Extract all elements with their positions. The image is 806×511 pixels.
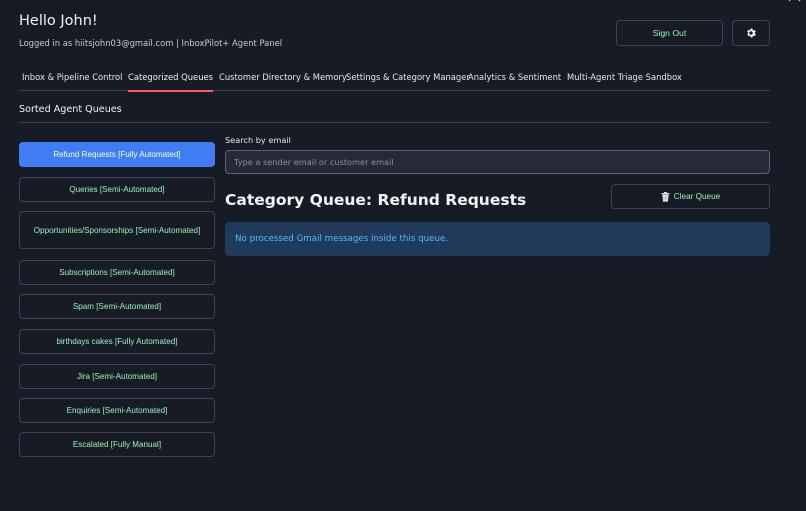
queue-button-label: Opportunities/Sponsorships [Semi-Automat… [33, 225, 201, 235]
greeting-title: Hello John! [19, 13, 98, 29]
queue-button-jira[interactable]: Jira [Semi-Automated] [19, 364, 215, 389]
queue-button-subscriptions[interactable]: Subscriptions [Semi-Automated] [19, 260, 215, 285]
tab-categorized-queues[interactable]: Categorized Queues [128, 63, 214, 92]
queue-button-birthdays-cakes[interactable]: birthdays cakes [Fully Automated] [19, 329, 215, 354]
tab-settings-category-manager[interactable]: Settings & Category Manager [346, 63, 470, 91]
main-tab-bar: Inbox & Pipeline Control Categorized Que… [19, 63, 770, 92]
login-status-text: Logged in as hiitsjohn03@gmail.com | Inb… [19, 38, 283, 48]
section-title: Sorted Agent Queues [19, 104, 122, 115]
queue-button-label: Escalated [Fully Manual] [72, 440, 162, 449]
queue-button-label: birthdays cakes [Fully Automated] [56, 337, 178, 346]
sign-out-label: Sign Out [652, 28, 687, 38]
queue-button-label: Subscriptions [Semi-Automated] [59, 268, 175, 277]
tab-customer-directory-memory[interactable]: Customer Directory & Memory [219, 63, 347, 91]
section-divider [19, 122, 770, 123]
queue-button-queries[interactable]: Queries [Semi-Automated] [19, 177, 215, 202]
queue-heading: Category Queue: Refund Requests [225, 191, 527, 209]
trash-icon [661, 191, 670, 202]
queue-button-refund-requests[interactable]: Refund Requests [Fully Automated] [19, 142, 215, 167]
gear-icon [747, 28, 756, 38]
queue-button-label: Enquiries [Semi-Automated] [66, 406, 168, 415]
queue-button-escalated[interactable]: Escalated [Fully Manual] [19, 432, 215, 457]
queue-button-label: Jira [Semi-Automated] [76, 372, 158, 381]
queue-button-label: Refund Requests [Fully Automated] [53, 150, 181, 159]
search-label: Search by email [225, 135, 291, 145]
sign-out-button[interactable]: Sign Out [616, 20, 723, 46]
tab-analytics-sentiment[interactable]: Analytics & Sentiment [468, 63, 561, 91]
queue-button-enquiries[interactable]: Enquiries [Semi-Automated] [19, 398, 215, 423]
empty-queue-message: No processed Gmail messages inside this … [235, 234, 449, 244]
clear-queue-label: Clear Queue [673, 192, 721, 201]
tab-inbox-pipeline-control[interactable]: Inbox & Pipeline Control [22, 63, 122, 91]
empty-queue-alert: No processed Gmail messages inside this … [225, 222, 770, 256]
clear-queue-button[interactable]: Clear Queue [611, 184, 770, 209]
queue-button-label: Queries [Semi-Automated] [69, 185, 165, 194]
queue-button-label: Spam [Semi-Automated] [72, 302, 162, 311]
tab-multi-agent-triage-sandbox[interactable]: Multi-Agent Triage Sandbox [567, 63, 682, 91]
window-corner-mark [788, 0, 801, 2]
settings-button[interactable] [732, 20, 770, 46]
queue-button-opportunities-sponsorships[interactable]: Opportunities/Sponsorships [Semi-Automat… [19, 211, 215, 249]
app-root: Hello John! Logged in as hiitsjohn03@gma… [0, 0, 806, 511]
email-search-input[interactable] [225, 150, 770, 174]
queue-button-spam[interactable]: Spam [Semi-Automated] [19, 294, 215, 319]
